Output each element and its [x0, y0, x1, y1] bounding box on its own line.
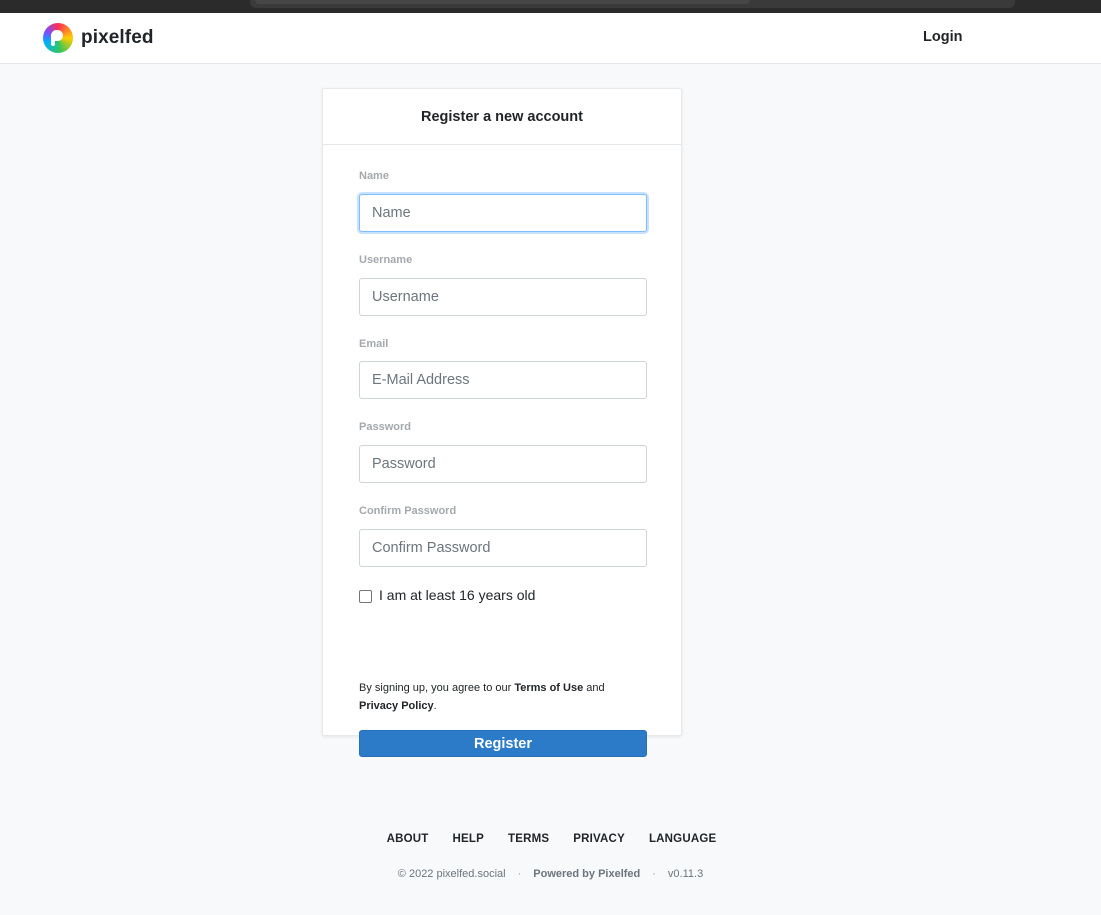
version-text: v0.11.3	[667, 868, 704, 880]
terms-of-use-link[interactable]: Terms of Use	[514, 682, 583, 694]
pixelfed-logo-icon	[43, 23, 73, 53]
terms-middle: and	[583, 682, 605, 694]
footer-link-language[interactable]: LANGUAGE	[649, 833, 716, 845]
brand-link[interactable]: pixelfed	[43, 23, 154, 53]
name-label: Name	[359, 170, 389, 182]
email-input[interactable]	[359, 361, 647, 399]
footer-separator: ·	[517, 868, 522, 880]
footer-meta: © 2022 pixelfed.social · Powered by Pixe…	[0, 868, 1101, 880]
footer-link-privacy[interactable]: PRIVACY	[573, 833, 625, 845]
username-label: Username	[359, 254, 413, 266]
footer-separator: ·	[652, 868, 656, 880]
powered-by-link[interactable]: Powered by Pixelfed	[533, 868, 640, 880]
name-input[interactable]	[359, 194, 647, 232]
terms-notice: By signing up, you agree to our Terms of…	[359, 679, 647, 715]
confirm-password-input[interactable]	[359, 529, 647, 567]
age-confirmation: I am at least 16 years old	[359, 587, 535, 603]
age-checkbox[interactable]	[359, 589, 372, 603]
login-link[interactable]: Login	[923, 29, 962, 45]
footer-link-terms[interactable]: TERMS	[508, 833, 549, 845]
username-input[interactable]	[359, 278, 647, 316]
footer-link-about[interactable]: ABOUT	[387, 833, 429, 845]
email-label: Email	[359, 338, 389, 350]
brand-name: pixelfed	[81, 27, 154, 48]
footer-link-help[interactable]: HELP	[453, 833, 484, 845]
card-header: Register a new account	[323, 89, 681, 145]
copyright-text: © 2022 pixelfed.social	[397, 868, 506, 880]
browser-address-bar-inner	[255, 0, 750, 4]
password-label: Password	[359, 421, 411, 433]
password-input[interactable]	[359, 445, 647, 483]
register-button[interactable]: Register	[359, 730, 647, 757]
footer-links: ABOUT HELP TERMS PRIVACY LANGUAGE	[0, 833, 1101, 845]
confirm-password-label: Confirm Password	[359, 505, 457, 517]
terms-prefix: By signing up, you agree to our	[359, 682, 515, 694]
top-navbar: pixelfed Login	[0, 13, 1101, 64]
privacy-policy-link[interactable]: Privacy Policy	[359, 700, 434, 712]
browser-chrome	[0, 0, 1101, 13]
card-title: Register a new account	[421, 108, 583, 125]
register-card: Register a new account Name Username Ema…	[322, 88, 682, 757]
terms-suffix: .	[433, 700, 437, 712]
age-checkbox-label[interactable]: I am at least 16 years old	[379, 587, 535, 603]
